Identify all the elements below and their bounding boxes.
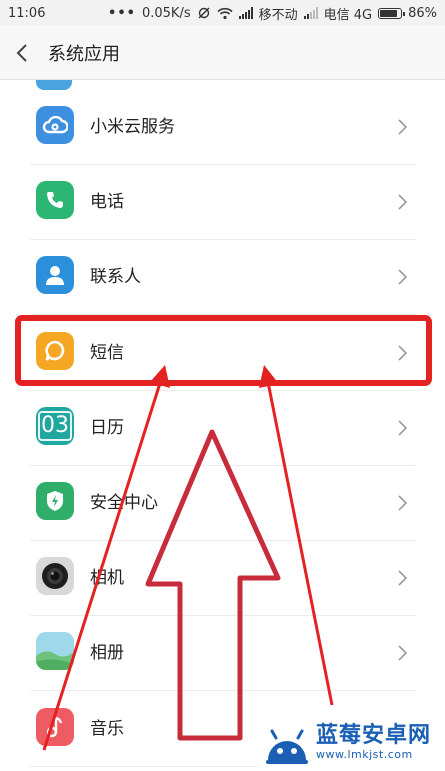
list-item[interactable]: 相机 [0, 541, 445, 617]
network-speed: 0.05K/s [141, 5, 191, 21]
android-robot-icon [266, 729, 308, 764]
status-time: 11:06 [8, 5, 46, 21]
alarm-off-icon [197, 6, 211, 20]
calendar-icon: 03 [36, 406, 74, 445]
chevron-right-icon [397, 119, 408, 135]
notification-dots: ••• [108, 5, 136, 21]
chevron-right-icon [397, 495, 408, 511]
calendar-icon-text: 03 [38, 410, 72, 441]
battery-icon [378, 7, 406, 19]
watermark: 蓝莓安卓网 www.lmkjst.com [258, 714, 445, 771]
chevron-left-icon [16, 43, 27, 62]
watermark-url: www.lmkjst.com [316, 748, 413, 761]
list-item[interactable]: 03 日历 [0, 391, 445, 466]
list-item-label: 相机 [90, 568, 124, 589]
list-item-label: 联系人 [90, 267, 141, 288]
list-item-label: 日历 [90, 417, 124, 438]
list-item-label: 小米云服务 [90, 117, 175, 137]
list-item[interactable]: 安全中心 [0, 466, 445, 541]
wifi-icon [217, 7, 233, 20]
list-item[interactable]: 电话 [0, 165, 445, 241]
signal-icon-2 [303, 7, 318, 19]
back-button[interactable] [0, 26, 44, 80]
message-icon [36, 331, 74, 370]
gallery-icon [36, 632, 74, 671]
list-item[interactable]: 短信 [0, 316, 445, 391]
chevron-right-icon [397, 345, 408, 361]
contacts-icon [36, 256, 74, 295]
battery-fill [380, 9, 397, 17]
chevron-right-icon [397, 420, 408, 436]
chevron-right-icon [397, 194, 408, 210]
signal-icon-1 [238, 7, 253, 19]
carrier-1: 移不动 [258, 7, 298, 23]
list-item[interactable]: 相册 [0, 616, 445, 692]
previous-item-icon-peek [36, 80, 72, 90]
list-item-label: 电话 [90, 192, 124, 213]
app-header: 系统应用 [0, 26, 445, 80]
list-item-label: 音乐 [90, 718, 124, 739]
battery-percent: 86% [408, 5, 437, 21]
system-apps-list: 小米云服务电话联系人短信 03 日历安全中心相机相册音乐 [0, 80, 445, 771]
list-item-label: 短信 [90, 342, 124, 363]
page-title: 系统应用 [48, 43, 120, 65]
status-bar: 11:06 ••• 0.05K/s 移不动 电信 4G 86% [0, 0, 445, 26]
carrier-2: 电信 4G [323, 7, 373, 23]
chevron-right-icon [397, 269, 408, 285]
list-item-label: 安全中心 [90, 493, 158, 513]
list-item[interactable]: 联系人 [0, 240, 445, 316]
phone-icon [36, 181, 74, 220]
music-icon [36, 707, 74, 746]
shield-icon [36, 482, 74, 520]
chevron-right-icon [397, 645, 408, 661]
list-item[interactable]: 小米云服务 [0, 90, 445, 165]
chevron-right-icon [397, 570, 408, 586]
camera-icon [36, 557, 74, 596]
list-item-label: 相册 [90, 643, 124, 664]
watermark-name: 蓝莓安卓网 [316, 723, 432, 748]
cloud-icon [36, 106, 74, 144]
